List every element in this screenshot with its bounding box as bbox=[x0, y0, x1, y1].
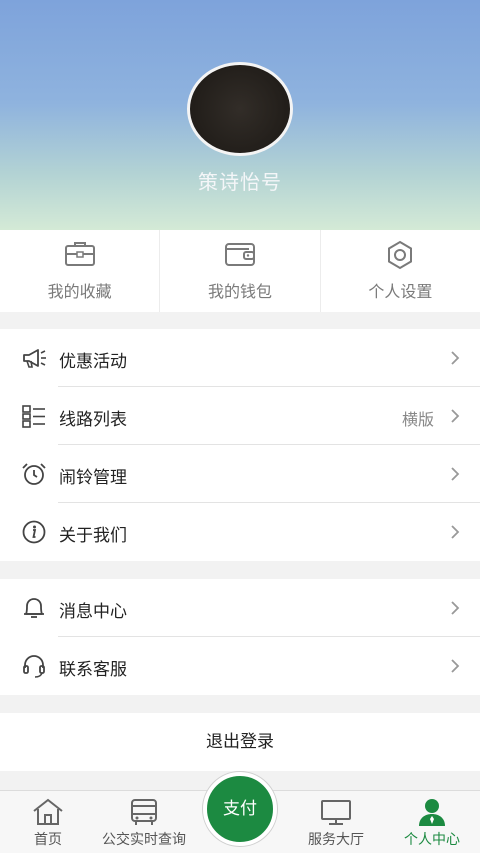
tab-bus-realtime[interactable]: 公交实时查询 bbox=[94, 791, 194, 853]
menu-item-label: 消息中心 bbox=[59, 602, 127, 622]
profile-header: 策诗怡号 bbox=[0, 0, 480, 230]
chevron-right-icon bbox=[451, 467, 460, 481]
menu-item-label: 关于我们 bbox=[59, 526, 127, 546]
alarm-clock-icon bbox=[22, 463, 46, 485]
quick-settings[interactable]: 个人设置 bbox=[321, 230, 480, 312]
tab-personal-center[interactable]: 个人中心 bbox=[392, 791, 472, 853]
quick-settings-label: 个人设置 bbox=[368, 282, 433, 301]
menu-item-label: 优惠活动 bbox=[59, 352, 127, 372]
layout-mode-value: 横版 bbox=[401, 410, 434, 429]
chevron-right-icon bbox=[451, 525, 460, 539]
quick-favorites[interactable]: 我的收藏 bbox=[0, 230, 161, 312]
megaphone-icon bbox=[23, 349, 46, 368]
settings-gear-icon bbox=[388, 240, 413, 270]
tab-service-hall[interactable]: 服务大厅 bbox=[296, 791, 376, 853]
tab-home[interactable]: 首页 bbox=[10, 791, 86, 853]
pay-button[interactable]: 支付 bbox=[203, 772, 277, 846]
quick-wallet-label: 我的钱包 bbox=[207, 282, 272, 301]
menu-item-customer-service[interactable]: 联系客服 bbox=[0, 637, 480, 695]
user-icon bbox=[419, 799, 445, 826]
menu-item-messages[interactable]: 消息中心 bbox=[0, 579, 480, 637]
menu-group-support: 消息中心 联系客服 bbox=[0, 579, 480, 695]
menu-group-main: 优惠活动 线路列表 横版 闹铃管理 关于我们 bbox=[0, 329, 480, 561]
logout-button[interactable]: 退出登录 bbox=[0, 713, 480, 771]
wallet-icon bbox=[224, 243, 255, 266]
briefcase-icon bbox=[64, 242, 95, 266]
tab-personal-center-label: 个人中心 bbox=[404, 832, 460, 848]
menu-item-about[interactable]: 关于我们 bbox=[0, 503, 480, 561]
tab-home-label: 首页 bbox=[34, 832, 62, 848]
quick-wallet[interactable]: 我的钱包 bbox=[160, 230, 321, 312]
tab-service-hall-label: 服务大厅 bbox=[308, 832, 364, 848]
headset-icon bbox=[23, 655, 45, 678]
list-icon bbox=[22, 405, 45, 428]
chevron-right-icon bbox=[451, 659, 460, 673]
chevron-right-icon bbox=[451, 409, 460, 423]
menu-item-route-list[interactable]: 线路列表 横版 bbox=[0, 387, 480, 445]
avatar[interactable] bbox=[187, 62, 293, 156]
username: 策诗怡号 bbox=[198, 170, 282, 194]
menu-item-label: 闹铃管理 bbox=[59, 468, 127, 488]
quick-actions: 我的收藏 我的钱包 个人设置 bbox=[0, 230, 480, 312]
menu-item-alarm[interactable]: 闹铃管理 bbox=[0, 445, 480, 503]
monitor-icon bbox=[321, 800, 351, 825]
info-icon bbox=[22, 520, 46, 544]
chevron-right-icon bbox=[451, 351, 460, 365]
tab-bus-realtime-label: 公交实时查询 bbox=[102, 832, 186, 848]
home-icon bbox=[33, 798, 63, 825]
menu-item-label: 线路列表 bbox=[59, 410, 127, 430]
menu-item-promotions[interactable]: 优惠活动 bbox=[0, 329, 480, 387]
bus-icon bbox=[131, 799, 157, 825]
chevron-right-icon bbox=[451, 601, 460, 615]
bell-icon bbox=[24, 598, 44, 618]
menu-item-label: 联系客服 bbox=[59, 660, 127, 680]
quick-favorites-label: 我的收藏 bbox=[47, 282, 112, 301]
